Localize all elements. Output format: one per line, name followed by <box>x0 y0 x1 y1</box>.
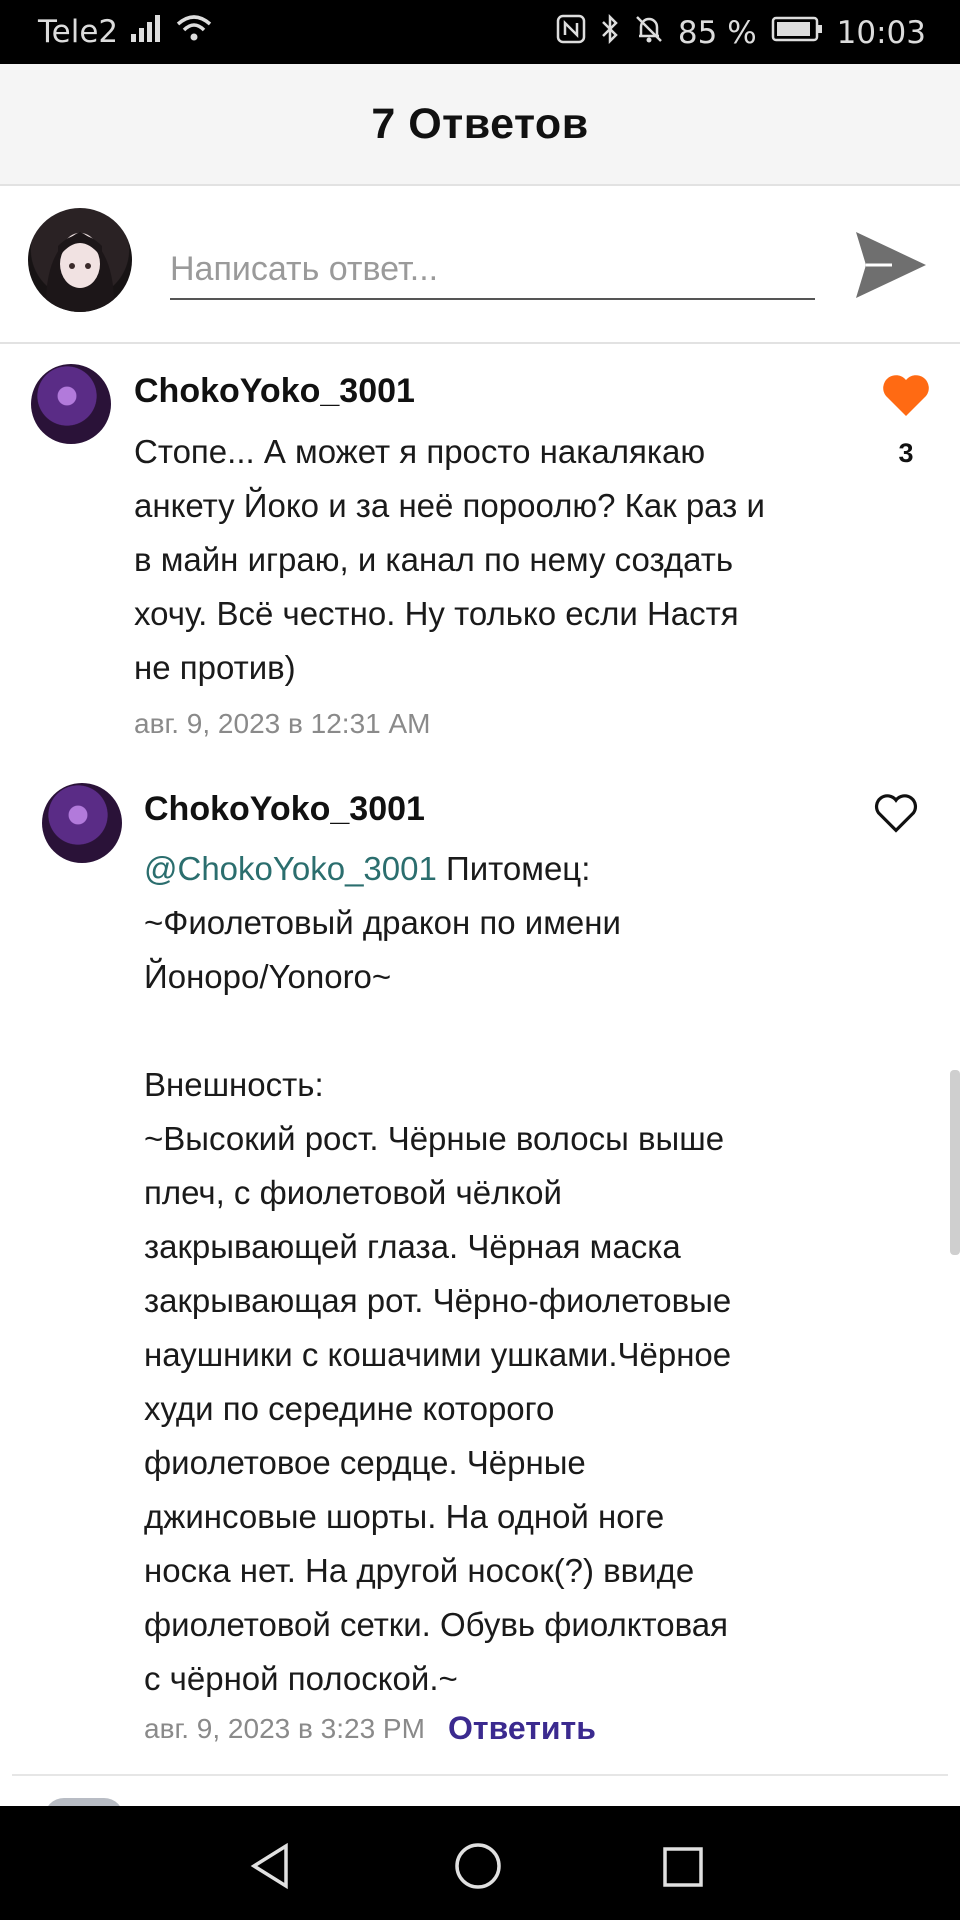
send-icon <box>852 232 930 308</box>
system-nav-bar <box>0 1806 960 1920</box>
status-bar: Tele2 85 % 10:03 <box>0 0 960 64</box>
comment-timestamp: авг. 9, 2023 в 3:23 PM <box>144 1713 425 1744</box>
comment-divider <box>12 1774 948 1776</box>
comment-username[interactable]: ChokoYoko_3001 <box>144 790 425 829</box>
heart-filled-icon <box>880 375 932 422</box>
like-count: 3 <box>898 438 914 468</box>
page-header: 7 Ответов <box>0 64 960 186</box>
reply-button[interactable]: Ответить <box>448 1710 596 1747</box>
nfc-icon <box>556 14 586 52</box>
comment-text: Стопе... А может я просто накалякаю анке… <box>134 433 765 686</box>
signal-icon <box>130 14 164 50</box>
send-button[interactable] <box>852 226 930 304</box>
recents-square-icon <box>662 1847 704 1892</box>
commenter-avatar[interactable] <box>31 364 111 444</box>
carrier-label: Tele2 <box>38 14 119 50</box>
like-button[interactable] <box>872 792 920 839</box>
mute-icon <box>634 14 664 52</box>
scrollbar[interactable] <box>950 1070 960 1255</box>
comment-username[interactable]: ChokoYoko_3001 <box>134 372 415 411</box>
comment-text: @ChokoYoko_3001 Питомец: ~Фиолетовый дра… <box>144 842 804 1706</box>
nav-back-button[interactable] <box>248 1842 292 1895</box>
bluetooth-icon <box>600 13 620 52</box>
reply-input[interactable] <box>170 240 815 300</box>
clock: 10:03 <box>836 15 926 51</box>
current-user-avatar[interactable] <box>28 208 132 312</box>
nav-recents-button[interactable] <box>662 1846 704 1893</box>
heart-outline-icon <box>872 794 920 838</box>
nav-home-button[interactable] <box>454 1842 502 1895</box>
reply-composer <box>0 186 960 344</box>
user-mention[interactable]: @ChokoYoko_3001 <box>144 850 437 887</box>
page-title: 7 Ответов <box>371 99 589 148</box>
home-circle-icon <box>454 1843 502 1894</box>
back-triangle-icon <box>248 1842 292 1894</box>
comment-timestamp: авг. 9, 2023 в 12:31 AM <box>134 708 431 739</box>
battery-icon <box>771 15 823 51</box>
comment-body: Питомец: ~Фиолетовый дракон по имени Йон… <box>144 850 732 1697</box>
wifi-icon <box>176 14 212 50</box>
like-button[interactable] <box>880 372 932 423</box>
commenter-avatar[interactable] <box>42 783 122 863</box>
battery-percent: 85 % <box>677 15 757 51</box>
